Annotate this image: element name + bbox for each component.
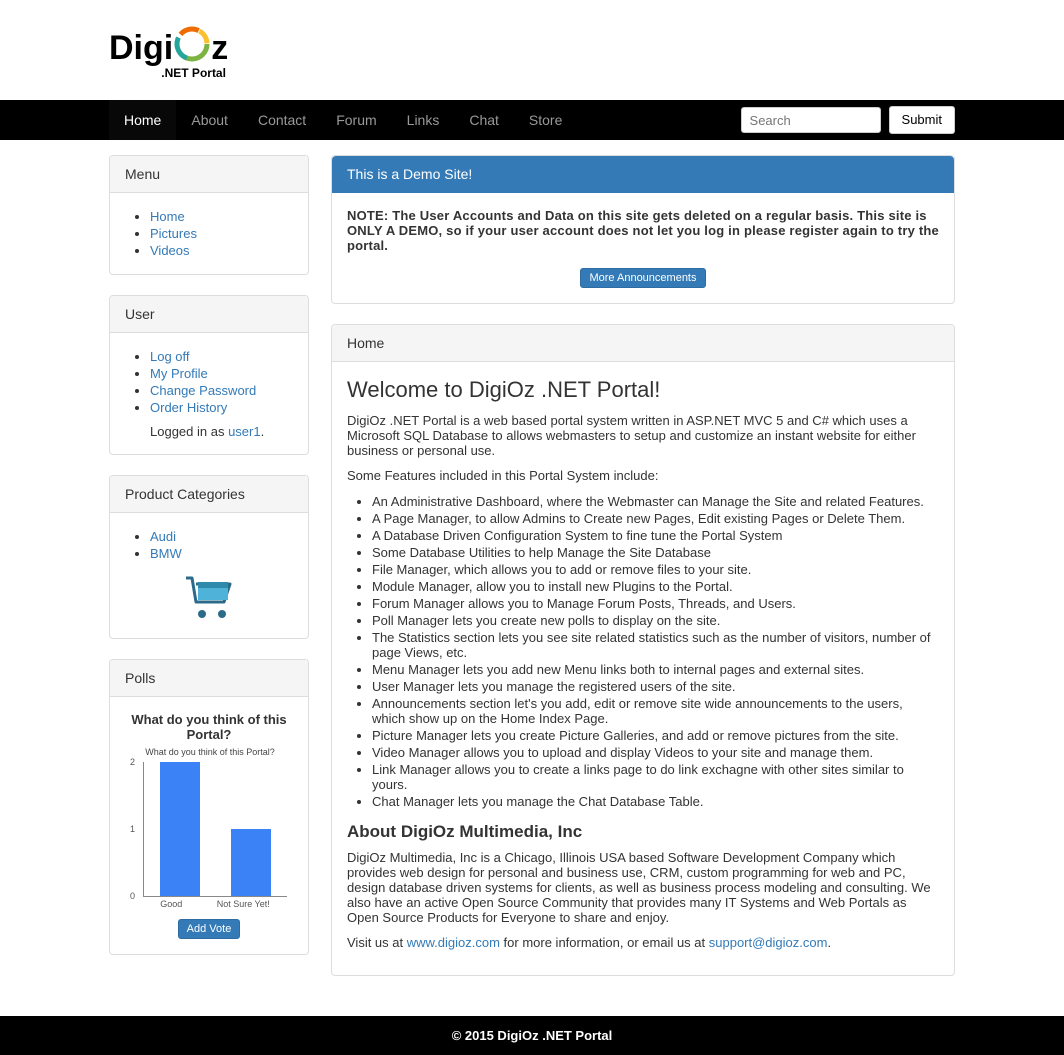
polls-panel: Polls What do you think of this Portal? … (109, 659, 309, 955)
menu-title: Menu (110, 156, 308, 193)
user-link[interactable]: Change Password (150, 383, 256, 398)
feature-item: User Manager lets you manage the registe… (372, 678, 939, 695)
visit-link[interactable]: www.digioz.com (407, 935, 500, 950)
list-item: Pictures (150, 225, 293, 242)
poll-question: What do you think of this Portal? (125, 712, 293, 742)
chart-tick: 0 (130, 891, 135, 901)
feature-item: Link Manager allows you to create a link… (372, 761, 939, 793)
menu-link[interactable]: Pictures (150, 226, 197, 241)
list-item: My Profile (150, 365, 293, 382)
category-link[interactable]: Audi (150, 529, 176, 544)
feature-list: An Administrative Dashboard, where the W… (347, 493, 939, 810)
feature-item: Some Database Utilities to help Manage t… (372, 544, 939, 561)
feature-item: A Database Driven Configuration System t… (372, 527, 939, 544)
logo-text-2: z (211, 29, 228, 67)
user-link[interactable]: Log off (150, 349, 190, 364)
logo: Digi z .NET Portal (109, 25, 228, 80)
support-email-link[interactable]: support@digioz.com (709, 935, 828, 950)
feature-item: Forum Manager allows you to Manage Forum… (372, 595, 939, 612)
about-body: DigiOz Multimedia, Inc is a Chicago, Ill… (347, 850, 939, 925)
user-panel: User Log off My Profile Change Password Ord… (109, 295, 309, 455)
list-item: Videos (150, 242, 293, 259)
announcement-title: This is a Demo Site! (332, 156, 954, 193)
announcement-body: NOTE: The User Accounts and Data on this… (347, 208, 939, 253)
nav-item-about[interactable]: About (176, 100, 243, 140)
list-item: Log off (150, 348, 293, 365)
chart-title: What do you think of this Portal? (125, 747, 295, 757)
nav-item-store[interactable]: Store (514, 100, 577, 140)
add-vote-button[interactable]: Add Vote (178, 919, 241, 939)
logged-in-user-link[interactable]: user1 (228, 424, 261, 439)
chart-bar (231, 829, 271, 896)
feature-item: A Page Manager, to allow Admins to Creat… (372, 510, 939, 527)
visit-line: Visit us at www.digioz.com for more info… (347, 935, 939, 950)
chart-category-label: Good (160, 899, 182, 909)
user-title: User (110, 296, 308, 333)
chart-category-label: Not Sure Yet! (217, 899, 270, 909)
logged-in-suffix: . (261, 424, 265, 439)
poll-chart: What do you think of this Portal? 0 1 2 Go… (125, 747, 295, 909)
chart-bar (160, 762, 200, 896)
feature-item: File Manager, which allows you to add or… (372, 561, 939, 578)
feature-item: The Statistics section lets you see site… (372, 629, 939, 661)
home-panel-title: Home (332, 325, 954, 362)
logo-subtitle: .NET Portal (109, 66, 228, 80)
feature-item: Picture Manager lets you create Picture … (372, 727, 939, 744)
announcement-panel: This is a Demo Site! NOTE: The User Acco… (331, 155, 955, 304)
logo-text-1: Digi (109, 29, 173, 67)
feature-item: Module Manager, allow you to install new… (372, 578, 939, 595)
features-lead: Some Features included in this Portal Sy… (347, 468, 939, 483)
submit-button[interactable]: Submit (889, 106, 955, 134)
feature-item: Poll Manager lets you create new polls t… (372, 612, 939, 629)
cart-icon[interactable] (182, 608, 236, 623)
nav-item-forum[interactable]: Forum (321, 100, 391, 140)
logged-in-prefix: Logged in as (150, 424, 228, 439)
categories-panel: Product Categories Audi BMW (109, 475, 309, 639)
nav-items: HomeAboutContactForumLinksChatStore (109, 100, 577, 140)
list-item: Change Password (150, 382, 293, 399)
feature-item: Announcements section let's you add, edi… (372, 695, 939, 727)
list-item: Order History (150, 399, 293, 416)
search-input[interactable] (741, 107, 881, 133)
feature-item: Chat Manager lets you manage the Chat Da… (372, 793, 939, 810)
chart-tick: 2 (130, 757, 135, 767)
feature-item: Menu Manager lets you add new Menu links… (372, 661, 939, 678)
list-item: Audi (150, 528, 293, 545)
list-item: Home (150, 208, 293, 225)
more-announcements-button[interactable]: More Announcements (580, 268, 705, 288)
intro-text: DigiOz .NET Portal is a web based portal… (347, 413, 939, 458)
chart-tick: 1 (130, 824, 135, 834)
footer: © 2015 DigiOz .NET Portal (0, 1016, 1064, 1055)
logo-swirl-icon (173, 25, 211, 66)
footer-text: © 2015 DigiOz .NET Portal (452, 1028, 613, 1043)
menu-panel: Menu Home Pictures Videos (109, 155, 309, 275)
feature-item: An Administrative Dashboard, where the W… (372, 493, 939, 510)
nav-item-home[interactable]: Home (109, 100, 176, 140)
navbar: HomeAboutContactForumLinksChatStore Subm… (0, 100, 1064, 140)
list-item: BMW (150, 545, 293, 562)
categories-title: Product Categories (110, 476, 308, 513)
polls-title: Polls (110, 660, 308, 697)
user-link[interactable]: My Profile (150, 366, 208, 381)
home-panel: Home Welcome to DigiOz .NET Portal! Digi… (331, 324, 955, 976)
nav-item-contact[interactable]: Contact (243, 100, 321, 140)
about-heading: About DigiOz Multimedia, Inc (347, 822, 939, 842)
category-link[interactable]: BMW (150, 546, 182, 561)
nav-item-links[interactable]: Links (392, 100, 455, 140)
feature-item: Video Manager allows you to upload and d… (372, 744, 939, 761)
menu-link[interactable]: Videos (150, 243, 190, 258)
nav-item-chat[interactable]: Chat (454, 100, 514, 140)
menu-link[interactable]: Home (150, 209, 185, 224)
user-link[interactable]: Order History (150, 400, 227, 415)
welcome-heading: Welcome to DigiOz .NET Portal! (347, 377, 939, 403)
